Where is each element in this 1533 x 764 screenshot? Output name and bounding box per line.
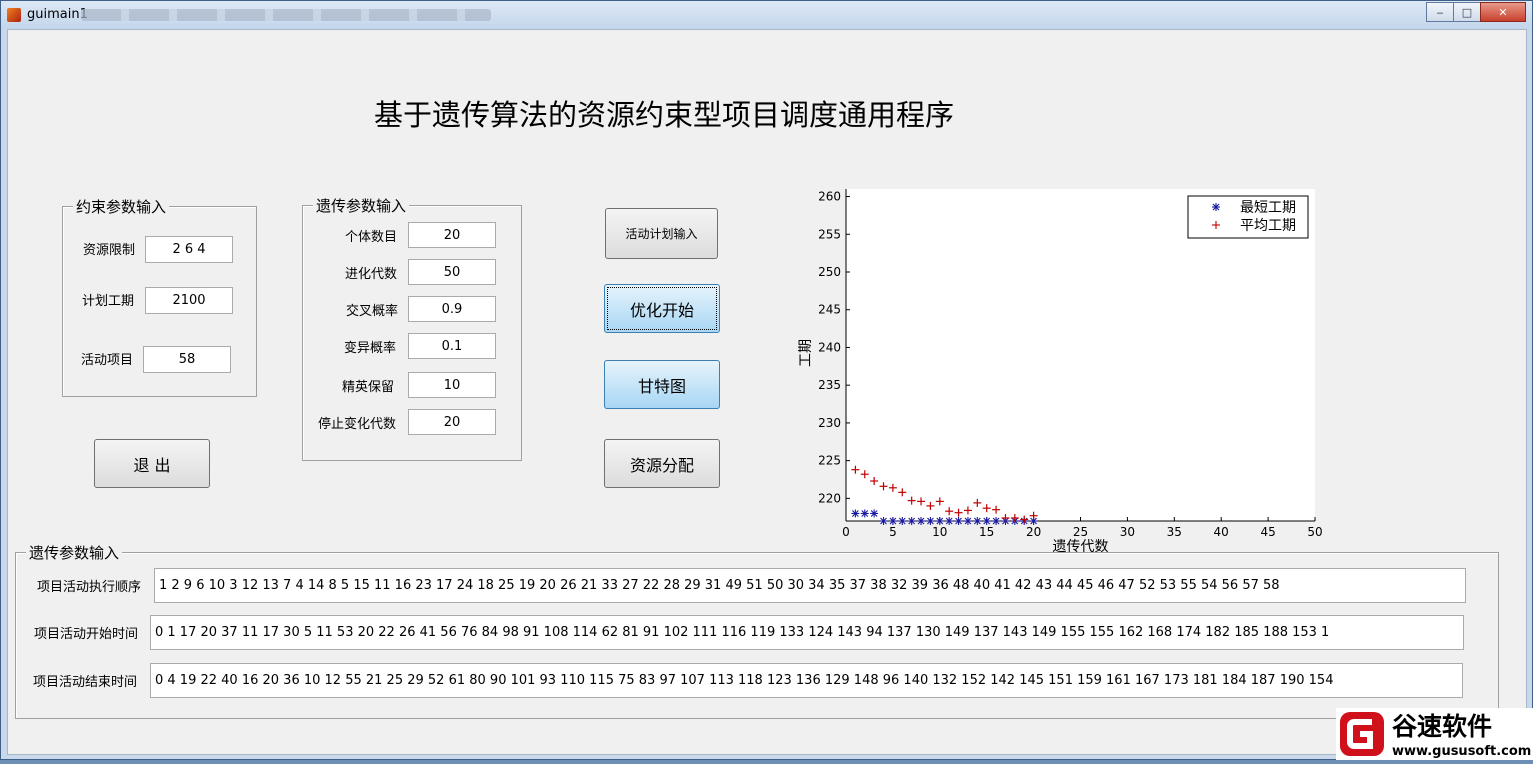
best-duration-point: [917, 517, 926, 525]
activity-count-label: 活动项目: [81, 353, 134, 368]
planned-duration-input[interactable]: 2100: [145, 287, 233, 314]
best-duration-point: [879, 517, 888, 525]
best-duration-point: [898, 517, 907, 525]
end-time-field[interactable]: 0 4 19 22 40 16 20 36 10 12 55 21 25 29 …: [150, 663, 1463, 698]
plot-background: [846, 189, 1315, 521]
start-time-field[interactable]: 0 1 17 20 37 11 17 30 5 11 53 20 22 26 4…: [150, 615, 1464, 650]
mutation-input[interactable]: 0.1: [408, 333, 496, 359]
y-tick-label: 225: [818, 454, 841, 468]
best-duration-point: [888, 517, 897, 525]
best-duration-point: [954, 517, 963, 525]
x-tick-label: 20: [1026, 525, 1041, 539]
y-tick-label: 245: [818, 303, 841, 317]
x-tick-label: 5: [889, 525, 897, 539]
results-panel-title: 遗传参数输入: [26, 542, 123, 563]
watermark-url: www.gususoft.com: [1392, 744, 1531, 759]
x-tick-label: 10: [932, 525, 947, 539]
close-icon[interactable]: ✕: [1480, 2, 1526, 22]
best-duration-point: [907, 517, 916, 525]
y-tick-label: 220: [818, 491, 841, 505]
x-tick-label: 0: [842, 525, 850, 539]
population-label: 个体数目: [345, 230, 398, 245]
x-tick-label: 40: [1214, 525, 1229, 539]
window-title: guimain1: [27, 7, 88, 22]
stop-generations-input[interactable]: 20: [408, 409, 496, 435]
elite-label: 精英保留: [342, 380, 395, 395]
best-duration-point: [982, 517, 991, 525]
constraint-panel-title: 约束参数输入: [73, 196, 170, 217]
x-tick-label: 50: [1307, 525, 1322, 539]
best-duration-point: [992, 517, 1001, 525]
matlab-icon: [7, 8, 21, 22]
x-tick-label: 15: [979, 525, 994, 539]
elite-input[interactable]: 10: [408, 372, 496, 398]
best-duration-point: [945, 517, 954, 525]
x-tick-label: 35: [1167, 525, 1182, 539]
generations-input[interactable]: 50: [408, 259, 496, 285]
watermark-logo: 谷速软件 www.gususoft.com: [1336, 708, 1533, 760]
best-duration-point: [860, 509, 869, 518]
y-tick-label: 230: [818, 416, 841, 430]
y-tick-label: 250: [818, 265, 841, 279]
duration-chart: 0 5 10 15 20 25 30 35 40 45 50 220 225 230 235 240 245 25…: [798, 189, 1323, 555]
genetic-panel-title: 遗传参数输入: [313, 195, 410, 216]
best-duration-point: [851, 509, 860, 518]
minimize-icon[interactable]: ‒: [1426, 2, 1454, 22]
planned-duration-label: 计划工期: [82, 294, 135, 309]
population-input[interactable]: 20: [408, 222, 496, 248]
maximize-icon[interactable]: □: [1453, 2, 1481, 22]
crossover-input[interactable]: 0.9: [408, 296, 496, 322]
legend-entry: 平均工期: [1240, 218, 1296, 234]
execution-order-label: 项目活动执行顺序: [37, 580, 142, 595]
resource-limit-label: 资源限制: [83, 243, 136, 258]
exit-button[interactable]: 退 出: [94, 439, 210, 488]
y-tick-label: 255: [818, 227, 841, 241]
y-tick-label: 260: [818, 190, 841, 204]
activity-count-input[interactable]: 58: [143, 346, 231, 373]
page-title: 基于遗传算法的资源约束型项目调度通用程序: [374, 98, 955, 132]
x-tick-label: 30: [1120, 525, 1135, 539]
start-time-label: 项目活动开始时间: [34, 627, 139, 642]
x-tick-label: 25: [1073, 525, 1088, 539]
legend-star-icon: [1212, 203, 1220, 211]
gususoft-logo-icon: 谷速软件 www.gususoft.com: [1340, 712, 1531, 759]
resource-allocation-button[interactable]: 资源分配: [604, 439, 720, 488]
execution-order-field[interactable]: 1 2 9 6 10 3 12 13 7 4 14 8 5 15 11 16 2…: [154, 568, 1466, 603]
mutation-label: 变异概率: [344, 341, 397, 356]
y-tick-label: 240: [818, 340, 841, 354]
generations-label: 进化代数: [345, 267, 398, 282]
activity-plan-input-button[interactable]: 活动计划输入: [605, 208, 718, 259]
blurred-path: [81, 9, 491, 21]
title-bar: guimain1 ‒ □ ✕: [1, 1, 1532, 29]
best-duration-point: [870, 509, 879, 518]
stop-generations-label: 停止变化代数: [318, 417, 397, 432]
y-axis-label: 工期: [798, 339, 814, 367]
gantt-chart-button[interactable]: 甘特图: [604, 360, 720, 409]
crossover-label: 交叉概率: [346, 304, 399, 319]
best-duration-point: [973, 517, 982, 525]
y-tick-label: 235: [818, 378, 841, 392]
best-duration-point: [926, 517, 935, 525]
end-time-label: 项目活动结束时间: [33, 675, 138, 690]
best-duration-point: [935, 517, 944, 525]
best-duration-point: [963, 517, 972, 525]
legend-entry: 最短工期: [1240, 200, 1296, 216]
optimize-start-button[interactable]: 优化开始: [604, 284, 720, 333]
x-tick-label: 45: [1260, 525, 1275, 539]
watermark-brand: 谷速软件: [1392, 712, 1492, 741]
resource-limit-input[interactable]: 2 6 4: [145, 236, 233, 263]
